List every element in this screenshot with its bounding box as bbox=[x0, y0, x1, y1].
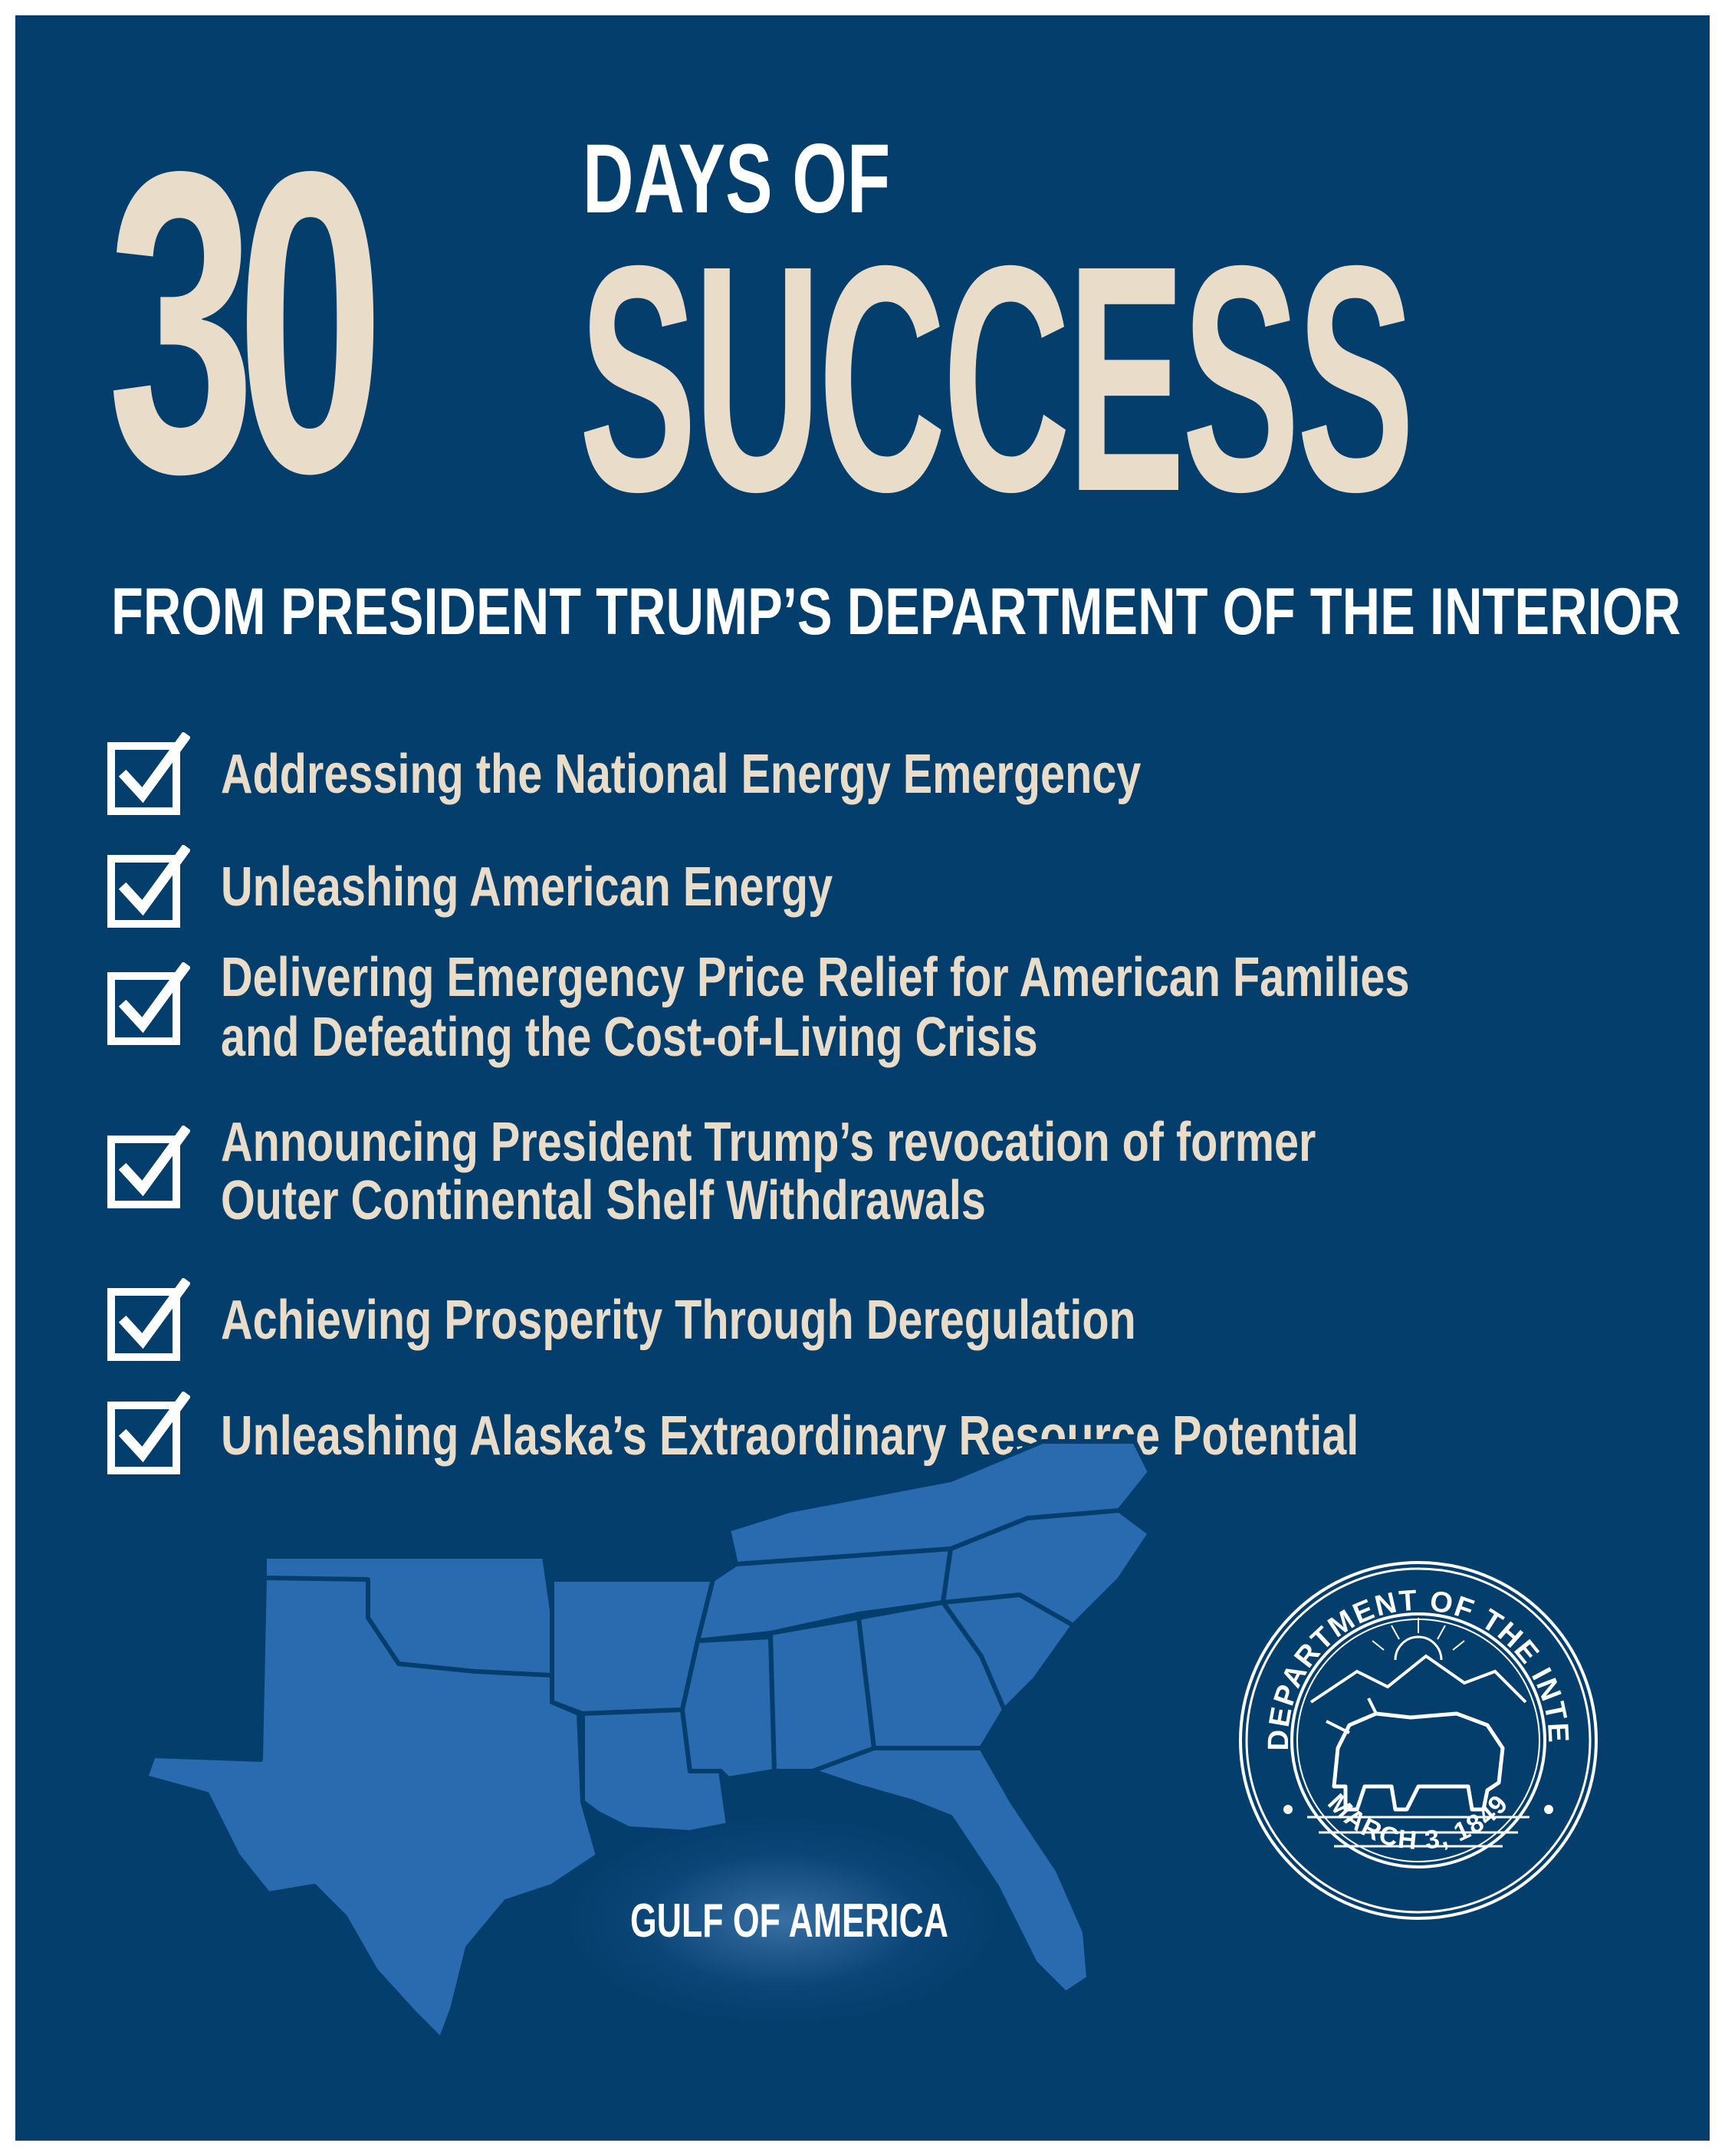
interior-department-seal-icon: U.S. DEPARTMENT OF THE INTERIOR MARCH 3,… bbox=[1234, 1556, 1598, 1920]
gulf-label: GULF OF AMERICA bbox=[630, 1895, 948, 1947]
seal-top-text: U.S. DEPARTMENT OF THE INTERIOR bbox=[1234, 1556, 1572, 1751]
state-mississippi-icon bbox=[680, 1635, 777, 1781]
poster: 30 DAYS OF SUCCESS FROM PRESIDENT TRUMP’… bbox=[15, 15, 1710, 2141]
svg-text:U.S. DEPARTMENT OF THE INTERIO: U.S. DEPARTMENT OF THE INTERIOR bbox=[1234, 1556, 1574, 1751]
state-alabama-icon bbox=[768, 1615, 876, 1773]
